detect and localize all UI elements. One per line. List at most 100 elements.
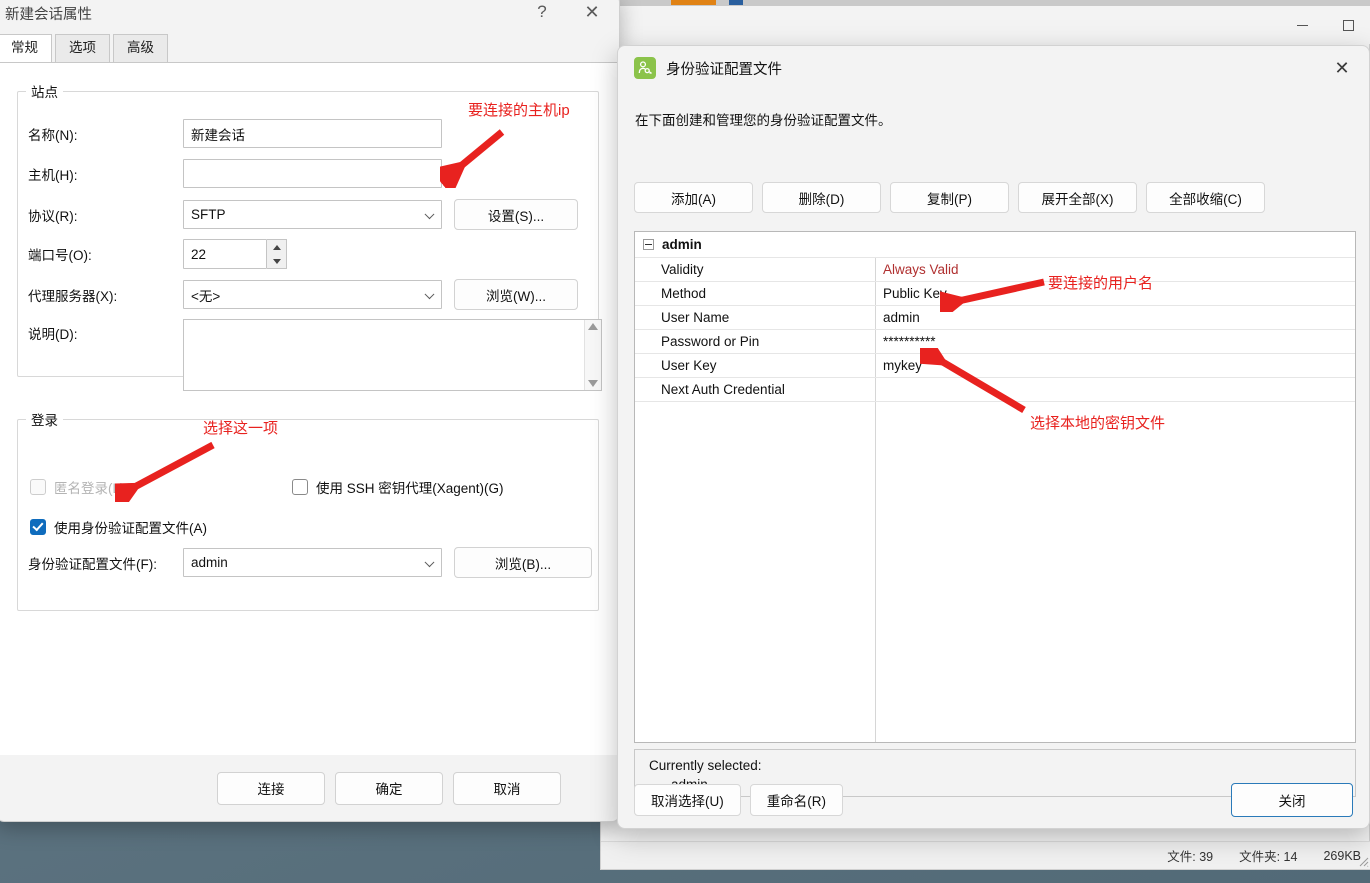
connect-button[interactable]: 连接	[217, 772, 325, 805]
maximize-icon	[1343, 20, 1354, 31]
site-group-legend: 站点	[26, 81, 63, 101]
tab-indicator-blue	[729, 0, 743, 5]
status-files-count: 文件: 39	[1167, 846, 1213, 865]
login-group: 登录 匿名登录(L) 使用 SSH 密钥代理(Xagent)(G) 使用身份验证…	[17, 409, 599, 611]
description-scrollbar[interactable]	[584, 320, 601, 390]
scroll-up-icon[interactable]	[588, 323, 598, 330]
description-textarea[interactable]	[184, 320, 584, 390]
minimize-button[interactable]	[1279, 9, 1325, 41]
row-key-method: Method	[635, 286, 875, 301]
session-dialog-close-button[interactable]: ✕	[571, 0, 613, 29]
chevron-down-icon	[425, 289, 435, 299]
name-input[interactable]	[183, 119, 442, 148]
cancel-button[interactable]: 取消	[453, 772, 561, 805]
field-row-description: 说明(D):	[28, 319, 602, 391]
proxy-browse-button[interactable]: 浏览(W)...	[454, 279, 578, 310]
status-total-size: 269KB	[1323, 849, 1361, 863]
annotation-select-this: 选择这一项	[203, 417, 278, 438]
field-row-name: 名称(N):	[28, 119, 442, 148]
host-label: 主机(H):	[28, 164, 183, 184]
close-button[interactable]: 关闭	[1231, 783, 1353, 817]
use-auth-profile-checkbox[interactable]	[30, 519, 46, 535]
table-row[interactable]: User Name admin	[635, 306, 1355, 330]
tab-advanced[interactable]: 高级	[113, 34, 168, 63]
auth-dialog-toolbar: 添加(A) 删除(D) 复制(P) 展开全部(X) 全部收缩(C)	[634, 182, 1265, 213]
field-row-protocol: 协议(R): SFTP 设置(S)...	[28, 199, 578, 230]
deselect-button[interactable]: 取消选择(U)	[634, 784, 741, 816]
auth-dialog-close-icon[interactable]: ✕	[1323, 52, 1361, 84]
auth-profile-value: admin	[191, 555, 228, 570]
port-input[interactable]	[183, 239, 267, 269]
delete-profile-button[interactable]: 删除(D)	[762, 182, 881, 213]
auth-profile-browse-button[interactable]: 浏览(B)...	[454, 547, 592, 578]
background-window-titlebar	[601, 6, 1370, 44]
protocol-label: 协议(R):	[28, 205, 183, 225]
annotation-user-name: 要连接的用户名	[1048, 272, 1153, 293]
screen-root: 文件: 39 文件夹: 14 269KB 新建会话属性 ? ✕ 常规 选项 高级…	[0, 0, 1370, 883]
port-increment-button[interactable]	[267, 240, 286, 254]
session-dialog-titlebar: 新建会话属性 ? ✕	[0, 0, 619, 35]
tab-indicator-orange	[671, 0, 716, 5]
auth-profile-label: 身份验证配置文件(F):	[28, 553, 183, 573]
table-row[interactable]: Next Auth Credential	[635, 378, 1355, 402]
tab-options[interactable]: 选项	[55, 34, 110, 63]
row-key-password-or-pin: Password or Pin	[635, 334, 875, 349]
auth-profiles-table[interactable]: admin Validity Always Valid Method Publi…	[634, 231, 1356, 743]
chevron-down-icon	[425, 557, 435, 567]
maximize-button[interactable]	[1325, 9, 1370, 41]
port-stepper[interactable]	[183, 239, 287, 269]
table-group-row-admin[interactable]: admin	[635, 232, 1355, 258]
collapse-expander-icon[interactable]	[643, 239, 654, 250]
field-row-port: 端口号(O):	[28, 239, 287, 269]
table-row[interactable]: Method Public Key	[635, 282, 1355, 306]
xagent-checkbox-row[interactable]: 使用 SSH 密钥代理(Xagent)(G)	[292, 477, 504, 497]
use-auth-profile-checkbox-row[interactable]: 使用身份验证配置文件(A)	[30, 517, 207, 537]
user-key-icon	[634, 57, 656, 79]
protocol-settings-button[interactable]: 设置(S)...	[454, 199, 578, 230]
row-key-user-key: User Key	[635, 358, 875, 373]
table-row[interactable]: Password or Pin **********	[635, 330, 1355, 354]
help-button[interactable]: ?	[521, 0, 563, 29]
row-value-user-name: admin	[875, 310, 920, 325]
chevron-down-icon	[425, 209, 435, 219]
table-row[interactable]: User Key mykey	[635, 354, 1355, 378]
auth-dialog-header: 身份验证配置文件 ✕	[618, 46, 1369, 90]
description-label: 说明(D):	[28, 319, 183, 343]
session-dialog-footer: 连接 确定 取消	[0, 755, 619, 821]
auth-dialog-description: 在下面创建和管理您的身份验证配置文件。	[635, 109, 892, 129]
xagent-label: 使用 SSH 密钥代理(Xagent)(G)	[316, 477, 504, 497]
auth-profiles-dialog: 身份验证配置文件 ✕ 在下面创建和管理您的身份验证配置文件。 添加(A) 删除(…	[617, 45, 1370, 829]
resize-grip-icon[interactable]	[1357, 855, 1369, 867]
copy-profile-button[interactable]: 复制(P)	[890, 182, 1009, 213]
port-decrement-button[interactable]	[267, 254, 286, 268]
add-profile-button[interactable]: 添加(A)	[634, 182, 753, 213]
collapse-all-button[interactable]: 全部收缩(C)	[1146, 182, 1265, 213]
auth-dialog-footer: 取消选择(U) 重命名(R) 关闭	[618, 772, 1369, 828]
protocol-value: SFTP	[191, 207, 226, 222]
row-value-method: Public Key	[875, 286, 947, 301]
description-textarea-wrapper	[183, 319, 602, 391]
ok-button[interactable]: 确定	[335, 772, 443, 805]
background-window-statusbar: 文件: 39 文件夹: 14 269KB	[601, 841, 1370, 869]
auth-profile-combobox[interactable]: admin	[183, 548, 442, 577]
login-group-legend: 登录	[26, 409, 63, 429]
session-dialog-tabs: 常规 选项 高级	[0, 35, 171, 63]
expand-all-button[interactable]: 展开全部(X)	[1018, 182, 1137, 213]
table-row[interactable]: Validity Always Valid	[635, 258, 1355, 282]
proxy-combobox[interactable]: <无>	[183, 280, 442, 309]
tab-general[interactable]: 常规	[0, 34, 52, 63]
host-input[interactable]	[183, 159, 442, 188]
session-dialog-title: 新建会话属性	[5, 3, 92, 24]
proxy-value: <无>	[191, 285, 220, 305]
table-group-label: admin	[662, 237, 702, 252]
xagent-checkbox[interactable]	[292, 479, 308, 495]
field-row-host: 主机(H):	[28, 159, 442, 188]
port-spin-buttons[interactable]	[267, 239, 287, 269]
auth-dialog-title: 身份验证配置文件	[666, 58, 782, 79]
field-row-auth-profile: 身份验证配置文件(F): admin 浏览(B)...	[28, 547, 592, 578]
rename-button[interactable]: 重命名(R)	[750, 784, 843, 816]
anonymous-login-checkbox	[30, 479, 46, 495]
protocol-combobox[interactable]: SFTP	[183, 200, 442, 229]
scroll-down-icon[interactable]	[588, 380, 598, 387]
anonymous-login-checkbox-row[interactable]: 匿名登录(L)	[30, 477, 125, 497]
